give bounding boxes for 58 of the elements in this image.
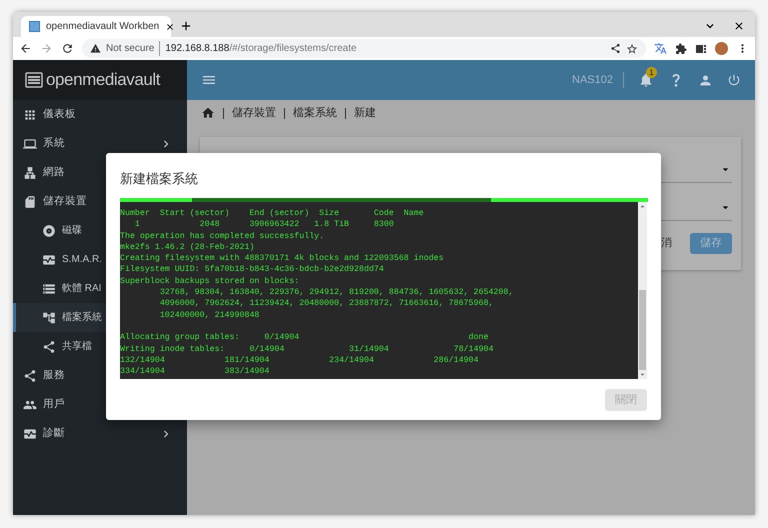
output-line: The operation has completed successfully. xyxy=(120,230,326,242)
tab-title: openmediavault Workben xyxy=(46,20,160,34)
hostname: NAS102 xyxy=(572,72,624,88)
avatar-icon[interactable] xyxy=(715,42,728,55)
cancel-button[interactable]: 消 xyxy=(659,233,674,254)
heart-pulse-icon xyxy=(23,426,37,440)
server-icon xyxy=(25,72,43,88)
share-icon xyxy=(23,368,37,382)
output-line: Superblock backups stored on blocks: xyxy=(120,276,300,288)
back-icon[interactable] xyxy=(19,42,32,55)
user-icon[interactable] xyxy=(698,72,713,88)
home-icon[interactable] xyxy=(201,106,215,120)
close-icon[interactable] xyxy=(165,22,176,32)
browser-tab[interactable]: openmediavault Workben xyxy=(21,16,171,37)
sidebar-item[interactable]: 儀表板 xyxy=(13,100,187,129)
close-icon[interactable] xyxy=(733,20,745,32)
sidebar-item[interactable]: 系統 xyxy=(13,129,187,158)
database-icon xyxy=(42,282,56,296)
puzzle-icon[interactable] xyxy=(675,42,687,54)
output-line: mke2fs 1.46.2 (28-Feb-2021) xyxy=(120,242,256,254)
logo-text: openmediavault xyxy=(46,69,160,92)
output-line: Allocating group tables: 0/14904 done xyxy=(120,332,490,344)
output-line: 132/14904 181/14904 234/14904 286/14904 xyxy=(120,354,480,366)
star-icon[interactable] xyxy=(626,42,638,54)
reload-icon[interactable] xyxy=(61,42,74,55)
address-bar[interactable]: Not secure 192.168.8.188/#/storage/filesystems/create xyxy=(82,39,646,58)
breadcrumb-link[interactable]: 檔案系統 xyxy=(293,104,337,122)
tree-icon xyxy=(42,310,56,324)
output-line: Writing inode tables: 0/14904 31/14904 78/14904 xyxy=(120,344,494,355)
new-tab-icon[interactable] xyxy=(179,19,193,33)
output-line: 32768, 98304, 163840, 229376, 294912, 819200, 884736, 1605632, 2654208, xyxy=(158,287,514,298)
breadcrumb-link[interactable]: 新建 xyxy=(354,104,376,122)
output-line: 334/14904 383/14904 xyxy=(120,366,270,378)
scrollbar[interactable] xyxy=(638,202,647,379)
notification-badge: 1 xyxy=(646,67,657,78)
laptop-icon xyxy=(23,136,37,150)
output-line: Number Start (sector) End (sector) Size Code Name xyxy=(120,208,425,220)
output-line: Creating filesystem with 488370171 4k blocks and 122093568 inodes xyxy=(120,253,445,264)
sidebar-item[interactable]: 診斷 xyxy=(13,419,187,448)
translate-icon[interactable] xyxy=(654,42,667,55)
pulse-icon xyxy=(42,252,56,266)
share-icon xyxy=(42,340,56,354)
network-icon xyxy=(23,166,37,180)
power-icon[interactable] xyxy=(727,73,741,87)
security-label: Not secure xyxy=(106,41,160,56)
breadcrumb-link[interactable]: 儲存裝置 xyxy=(232,104,276,122)
url-text: 192.168.8.188/#/storage/filesystems/create xyxy=(165,42,357,56)
grid-icon xyxy=(23,108,37,122)
dialog-title: 新建檔案系統 xyxy=(120,170,199,188)
favicon-icon xyxy=(29,21,40,32)
scroll-thumb[interactable] xyxy=(639,290,646,370)
sidebar-icon[interactable] xyxy=(695,42,707,54)
share-icon[interactable] xyxy=(610,43,621,54)
output-line: Filesystem UUID: 5fa70b18-b843-4c36-bdcb-b2e2d928dd74 xyxy=(120,264,385,276)
output-line: 1 2048 3906963422 1.8 TiB 8300 xyxy=(134,219,395,231)
sidebar-item[interactable]: 用戶 xyxy=(13,390,187,419)
warning-icon xyxy=(90,43,101,54)
storage-icon xyxy=(23,194,37,208)
